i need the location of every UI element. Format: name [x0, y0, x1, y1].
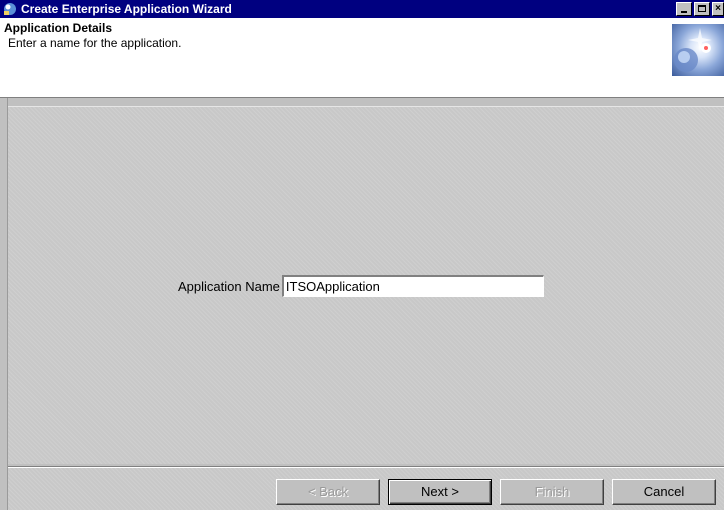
title-bar[interactable]: Create Enterprise Application Wizard × — [0, 0, 724, 18]
window-controls: × — [674, 2, 724, 16]
left-border — [0, 98, 8, 510]
close-button[interactable]: × — [712, 2, 724, 16]
next-button[interactable]: Next > — [388, 479, 492, 505]
wizard-content: Application Name — [8, 106, 724, 464]
application-name-input[interactable] — [281, 275, 544, 297]
button-bar: < Back Next > Finish Cancel — [8, 468, 724, 510]
back-button[interactable]: < Back — [276, 479, 380, 505]
page-title: Application Details — [4, 21, 113, 35]
minimize-icon — [681, 11, 687, 13]
cancel-button[interactable]: Cancel — [612, 479, 716, 505]
close-icon: × — [715, 3, 721, 14]
app-icon — [2, 1, 18, 17]
wizard-graphic-icon — [672, 24, 724, 76]
application-name-row: Application Name — [178, 275, 544, 297]
maximize-button[interactable] — [694, 2, 710, 16]
finish-button[interactable]: Finish — [500, 479, 604, 505]
window-title: Create Enterprise Application Wizard — [21, 2, 232, 16]
wizard-header: Application Details Enter a name for the… — [0, 18, 724, 98]
minimize-button[interactable] — [676, 2, 692, 16]
application-name-label: Application Name — [178, 278, 280, 294]
page-subtitle: Enter a name for the application. — [8, 36, 182, 50]
maximize-icon — [698, 5, 706, 12]
